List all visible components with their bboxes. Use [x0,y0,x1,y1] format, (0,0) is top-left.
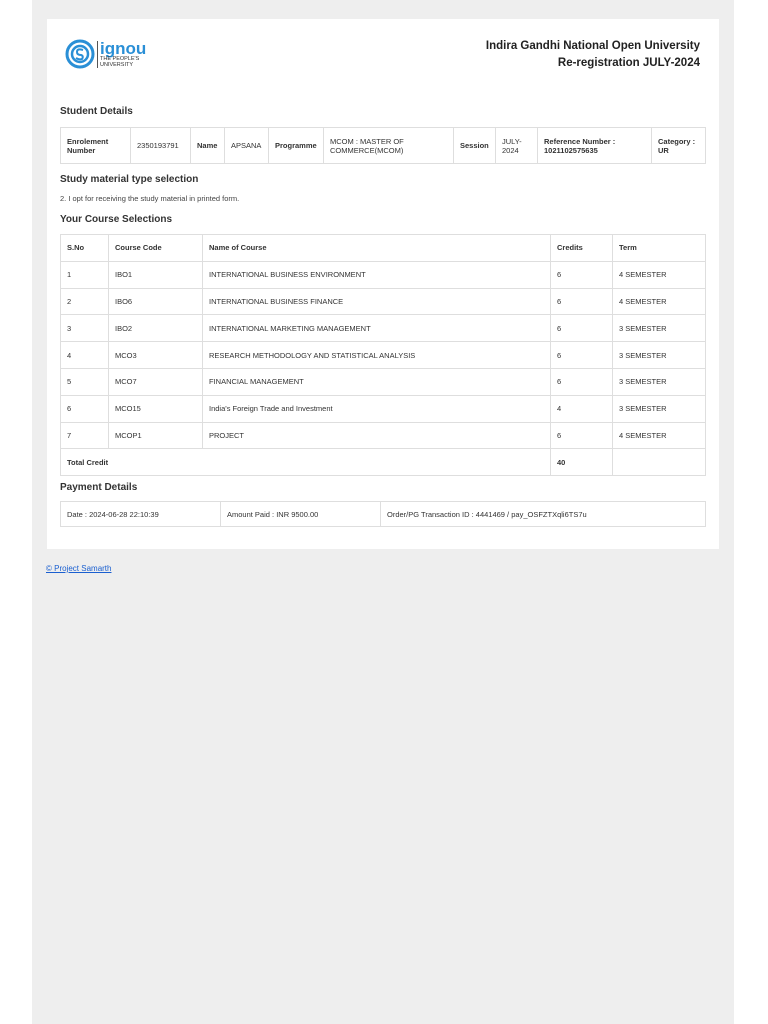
table-row: 6 MCO15 India's Foreign Trade and Investme… [60,394,706,423]
table-cell: 3 SEMESTER [612,394,706,423]
table-cell: INTERNATIONAL BUSINESS ENVIRONMENT [202,260,551,289]
table-cell: MCOP1 [108,421,203,450]
table-cell: 5 [60,367,109,396]
table-cell: 1 [60,260,109,289]
table-cell: 3 [60,314,109,343]
table-header-row: S.No Course Code Name of Course Credits … [60,234,706,262]
study-material-heading: Study material type selection [60,174,199,185]
table-cell: 4 [60,341,109,369]
table-cell: 6 [550,260,613,289]
table-cell: 4 SEMESTER [612,260,706,289]
ignou-emblem-icon [65,39,95,69]
table-row: 7 MCOP1 PROJECT 6 4 SEMESTER [60,421,706,450]
table-row: 5 MCO7 FINANCIAL MANAGEMENT 6 3 SEMESTER [60,367,706,396]
table-cell: 6 [60,394,109,423]
table-cell: 4 SEMESTER [612,287,706,316]
table-cell: 6 [550,367,613,396]
student-details-heading: Student Details [60,106,133,117]
payment-details-heading: Payment Details [60,482,138,493]
table-cell: 3 SEMESTER [612,341,706,369]
table-cell: IBO2 [108,314,203,343]
table-cell: 2 [60,287,109,316]
table-cell: INTERNATIONAL BUSINESS FINANCE [202,287,551,316]
table-cell: 4 SEMESTER [612,421,706,450]
table-row: 1 IBO1 INTERNATIONAL BUSINESS ENVIRONMENT 6… [60,260,706,289]
table-cell: FINANCIAL MANAGEMENT [202,367,551,396]
table-cell: MCO7 [108,367,203,396]
table-cell: 6 [550,341,613,369]
table-cell: India's Foreign Trade and Investment [202,394,551,423]
table-cell: 6 [550,421,613,450]
table-row: 2 IBO6 INTERNATIONAL BUSINESS FINANCE 6 4 SE… [60,287,706,316]
table-cell: 3 SEMESTER [612,314,706,343]
table-cell: 3 SEMESTER [612,367,706,396]
payment-table: Date : 2024-06-28 22:10:39 Amount Paid :… [60,501,706,527]
total-row: Total Credit 40 [60,448,706,477]
table-cell: INTERNATIONAL MARKETING MANAGEMENT [202,314,551,343]
study-material-choice: 2. I opt for receiving the study materia… [60,194,240,203]
course-table: S.No Course Code Name of Course Credits … [60,234,706,477]
table-cell: MCO15 [108,394,203,423]
table-cell: RESEARCH METHODOLOGY AND STATISTICAL ANA… [202,341,551,369]
ignou-logo: ignou THE PEOPLE'S UNIVERSITY [65,39,146,69]
table-cell: 6 [550,287,613,316]
document-subtitle: Re-registration JULY-2024 [557,57,700,69]
university-name: Indira Gandhi National Open University [485,40,700,52]
table-cell: 7 [60,421,109,450]
table-row: 4 MCO3 RESEARCH METHODOLOGY AND STATISTICA… [60,341,706,369]
course-selections-heading: Your Course Selections [60,214,173,225]
table-row: 3 IBO2 INTERNATIONAL MARKETING MANAGEMENT 6… [60,314,706,343]
table-cell: IBO1 [108,260,203,289]
receipt-card: ignou THE PEOPLE'S UNIVERSITY Indira Gan… [47,19,719,549]
table-cell: PROJECT [202,421,551,450]
project-samarth-link[interactable]: © Project Samarth [46,564,111,573]
student-details-table: Enrolement Number 2350193791 Name APSANA… [60,127,706,164]
table-cell: IBO6 [108,287,203,316]
table-cell: MCO3 [108,341,203,369]
table-cell: 6 [550,314,613,343]
table-cell: 4 [550,394,613,423]
